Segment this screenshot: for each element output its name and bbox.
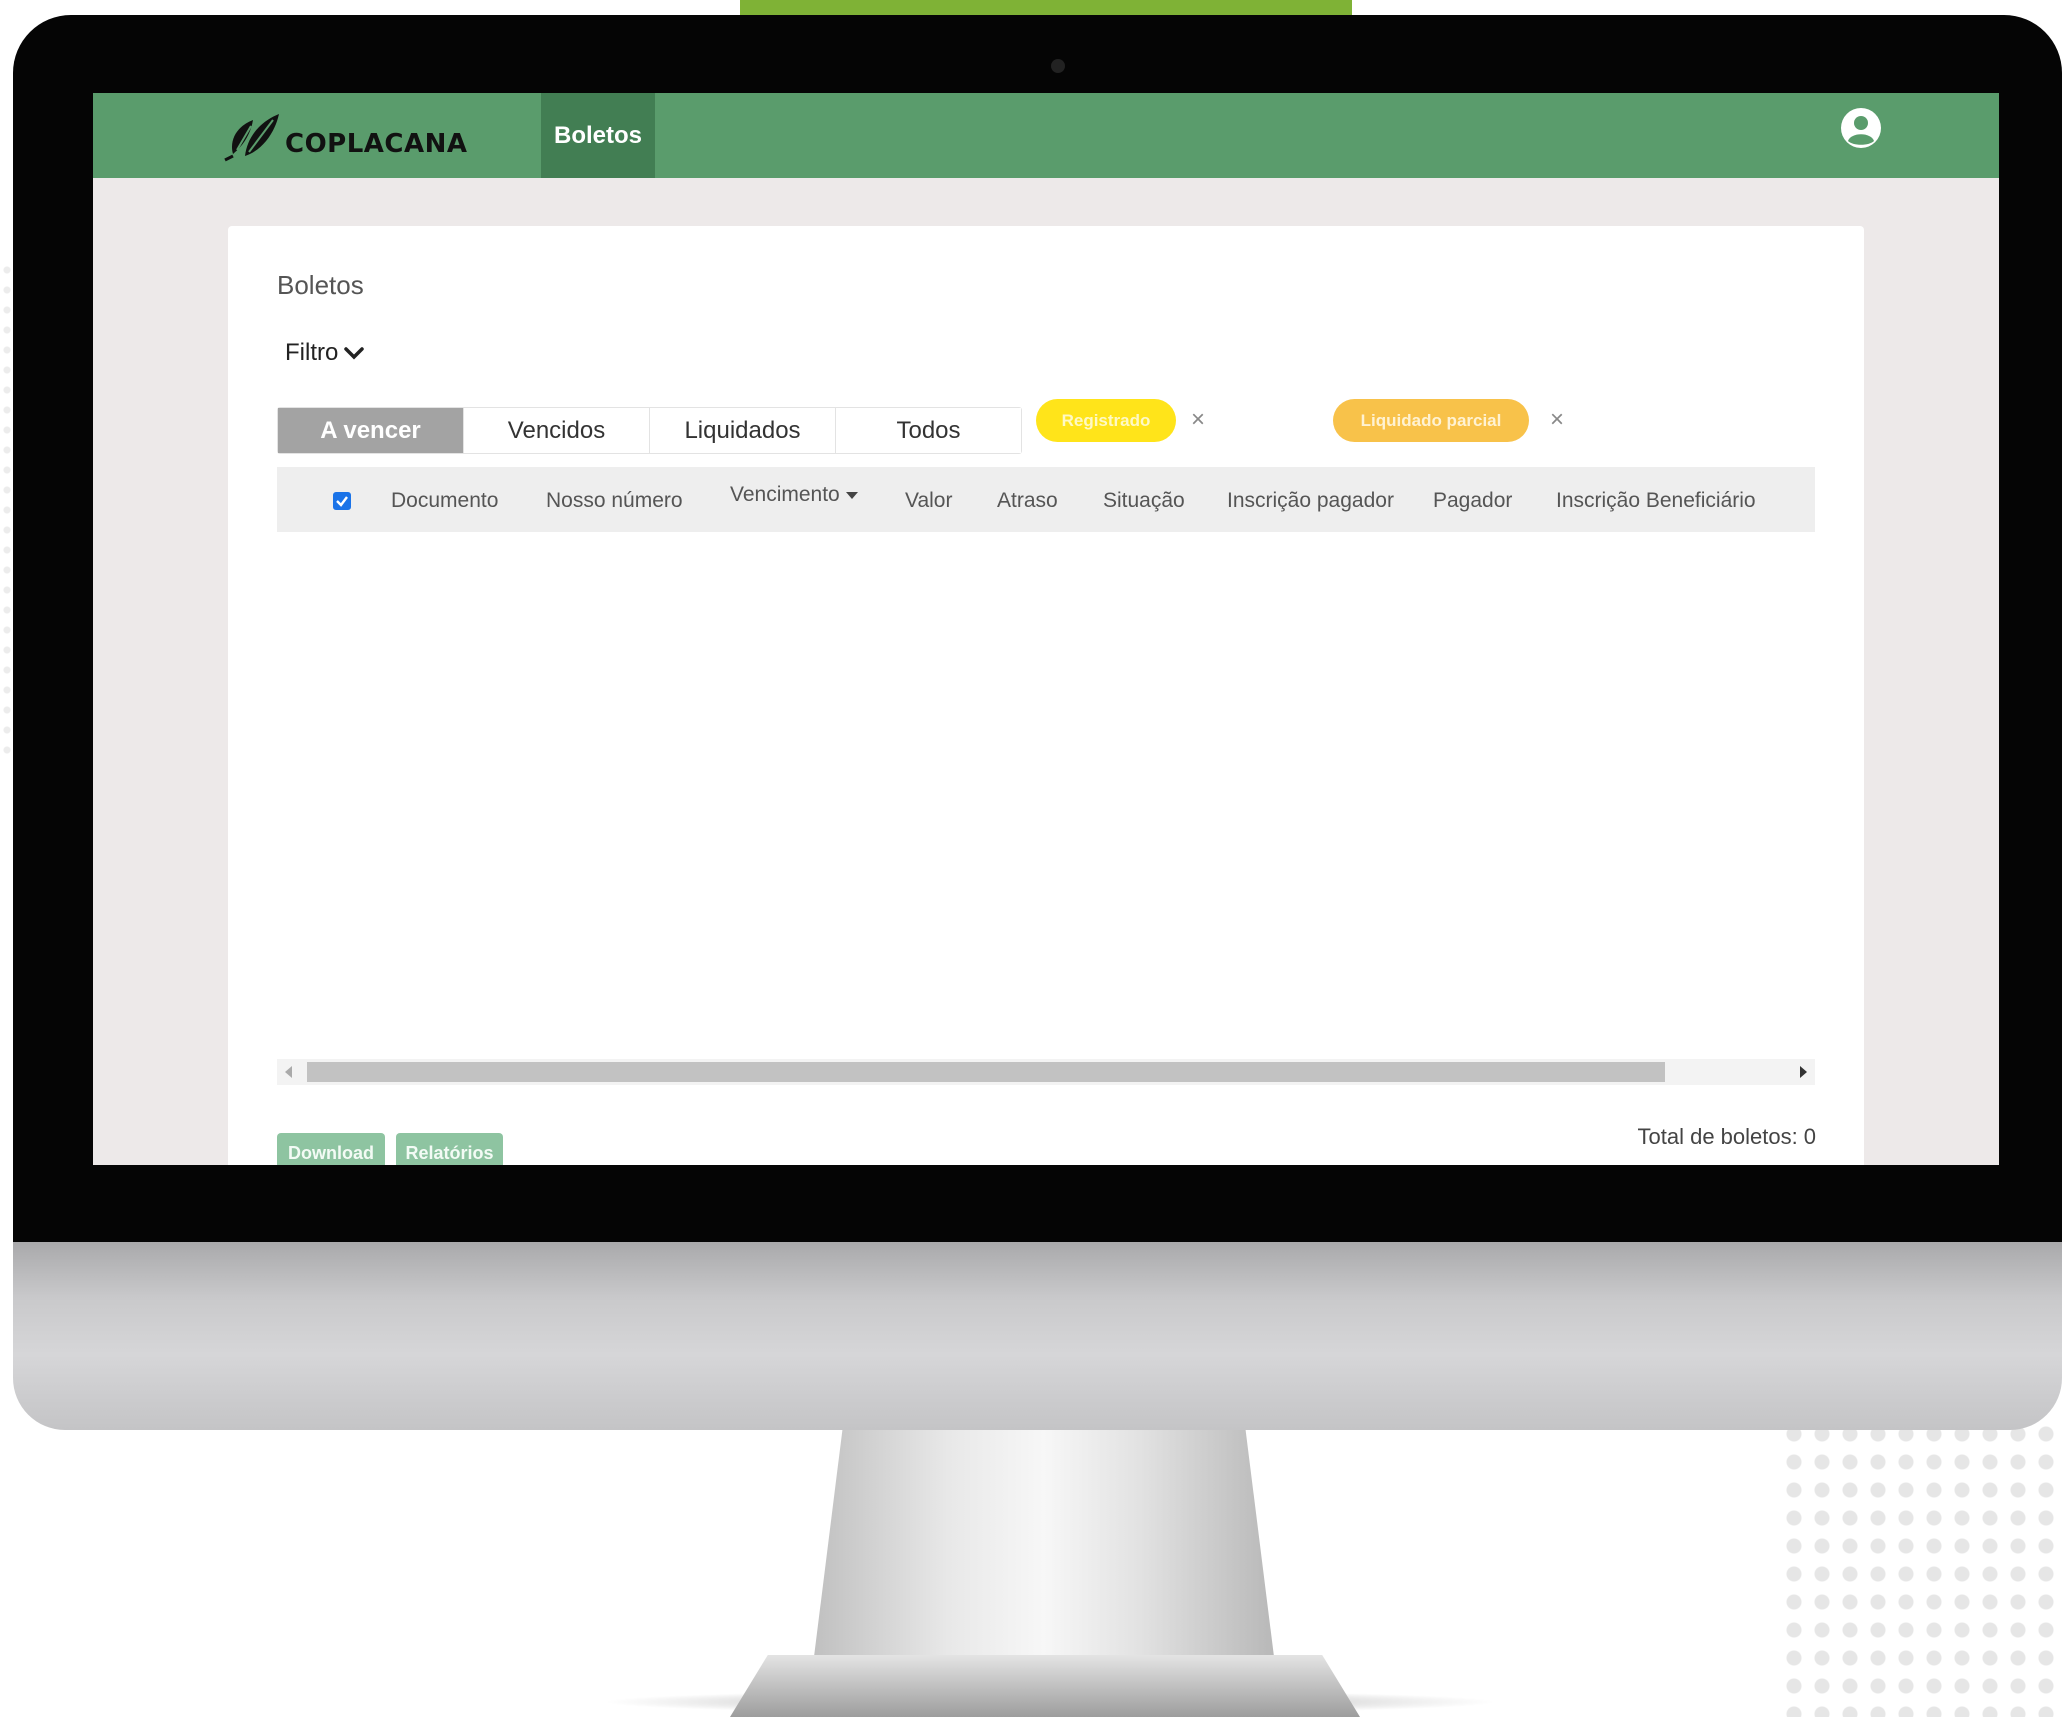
tab-a-vencer[interactable]: A vencer <box>278 408 464 453</box>
brand-logo[interactable]: COPLACANA <box>223 103 468 169</box>
select-all-checkbox[interactable] <box>333 492 351 510</box>
scroll-left-icon[interactable] <box>285 1066 292 1078</box>
tab-todos[interactable]: Todos <box>836 408 1021 453</box>
navbar: COPLACANA Boletos <box>93 93 1999 178</box>
download-button[interactable]: Download <box>277 1133 385 1165</box>
brand-name: COPLACANA <box>285 129 468 159</box>
column-nosso-numero[interactable]: Nosso número <box>546 489 683 513</box>
decorative-dot-pattern-left <box>0 260 14 760</box>
filter-chip-liquidado-parcial[interactable]: Liquidado parcial <box>1333 399 1529 442</box>
column-atraso[interactable]: Atraso <box>997 489 1058 513</box>
monitor-base <box>730 1655 1360 1717</box>
boletos-card: Boletos Filtro A vencer Vencidos Liquida… <box>228 226 1864 1165</box>
column-inscricao-pagador[interactable]: Inscrição pagador <box>1227 489 1394 513</box>
nav-tab-boletos[interactable]: Boletos <box>541 93 655 178</box>
monitor-stand <box>813 1430 1275 1660</box>
sort-caret-icon <box>845 491 858 499</box>
column-vencimento-label: Vencimento <box>730 483 840 506</box>
horizontal-scrollbar[interactable] <box>277 1059 1815 1085</box>
total-boletos: Total de boletos: 0 <box>1632 1124 1816 1150</box>
total-label: Total de boletos: <box>1637 1124 1798 1149</box>
remove-liquidado-parcial-icon[interactable]: × <box>1550 406 1564 434</box>
reports-button[interactable]: Relatórios <box>396 1133 503 1165</box>
leaf-logo-icon <box>224 114 279 162</box>
column-situacao[interactable]: Situação <box>1103 489 1185 513</box>
tab-liquidados[interactable]: Liquidados <box>650 408 836 453</box>
app-screen: COPLACANA Boletos Boletos Filtro A vence… <box>93 93 1999 1165</box>
tab-vencidos[interactable]: Vencidos <box>464 408 650 453</box>
monitor-chin <box>13 1242 2062 1430</box>
column-vencimento[interactable]: Vencimento <box>730 483 858 507</box>
table-header: Documento Nosso número Vencimento Valor … <box>277 467 1815 532</box>
scrollbar-thumb[interactable] <box>307 1062 1665 1082</box>
filter-chip-registrado[interactable]: Registrado <box>1036 399 1176 442</box>
remove-registrado-icon[interactable]: × <box>1191 406 1205 434</box>
decorative-dot-pattern <box>1780 1420 2062 1717</box>
total-value: 0 <box>1803 1124 1816 1149</box>
scroll-right-icon[interactable] <box>1800 1066 1807 1078</box>
page-title: Boletos <box>277 270 364 300</box>
filter-toggle[interactable]: Filtro <box>285 339 365 367</box>
column-pagador[interactable]: Pagador <box>1433 489 1512 513</box>
column-valor[interactable]: Valor <box>905 489 952 513</box>
chevron-down-icon <box>344 347 365 360</box>
camera-icon <box>1051 59 1065 73</box>
user-circle-icon[interactable] <box>1839 106 1883 150</box>
filter-label: Filtro <box>285 339 339 366</box>
column-inscricao-beneficiario[interactable]: Inscrição Beneficiário <box>1556 489 1756 513</box>
checkmark-icon <box>336 496 348 507</box>
status-tabs: A vencer Vencidos Liquidados Todos <box>277 407 1022 454</box>
column-documento[interactable]: Documento <box>391 489 498 513</box>
top-accent-bar <box>740 0 1352 16</box>
